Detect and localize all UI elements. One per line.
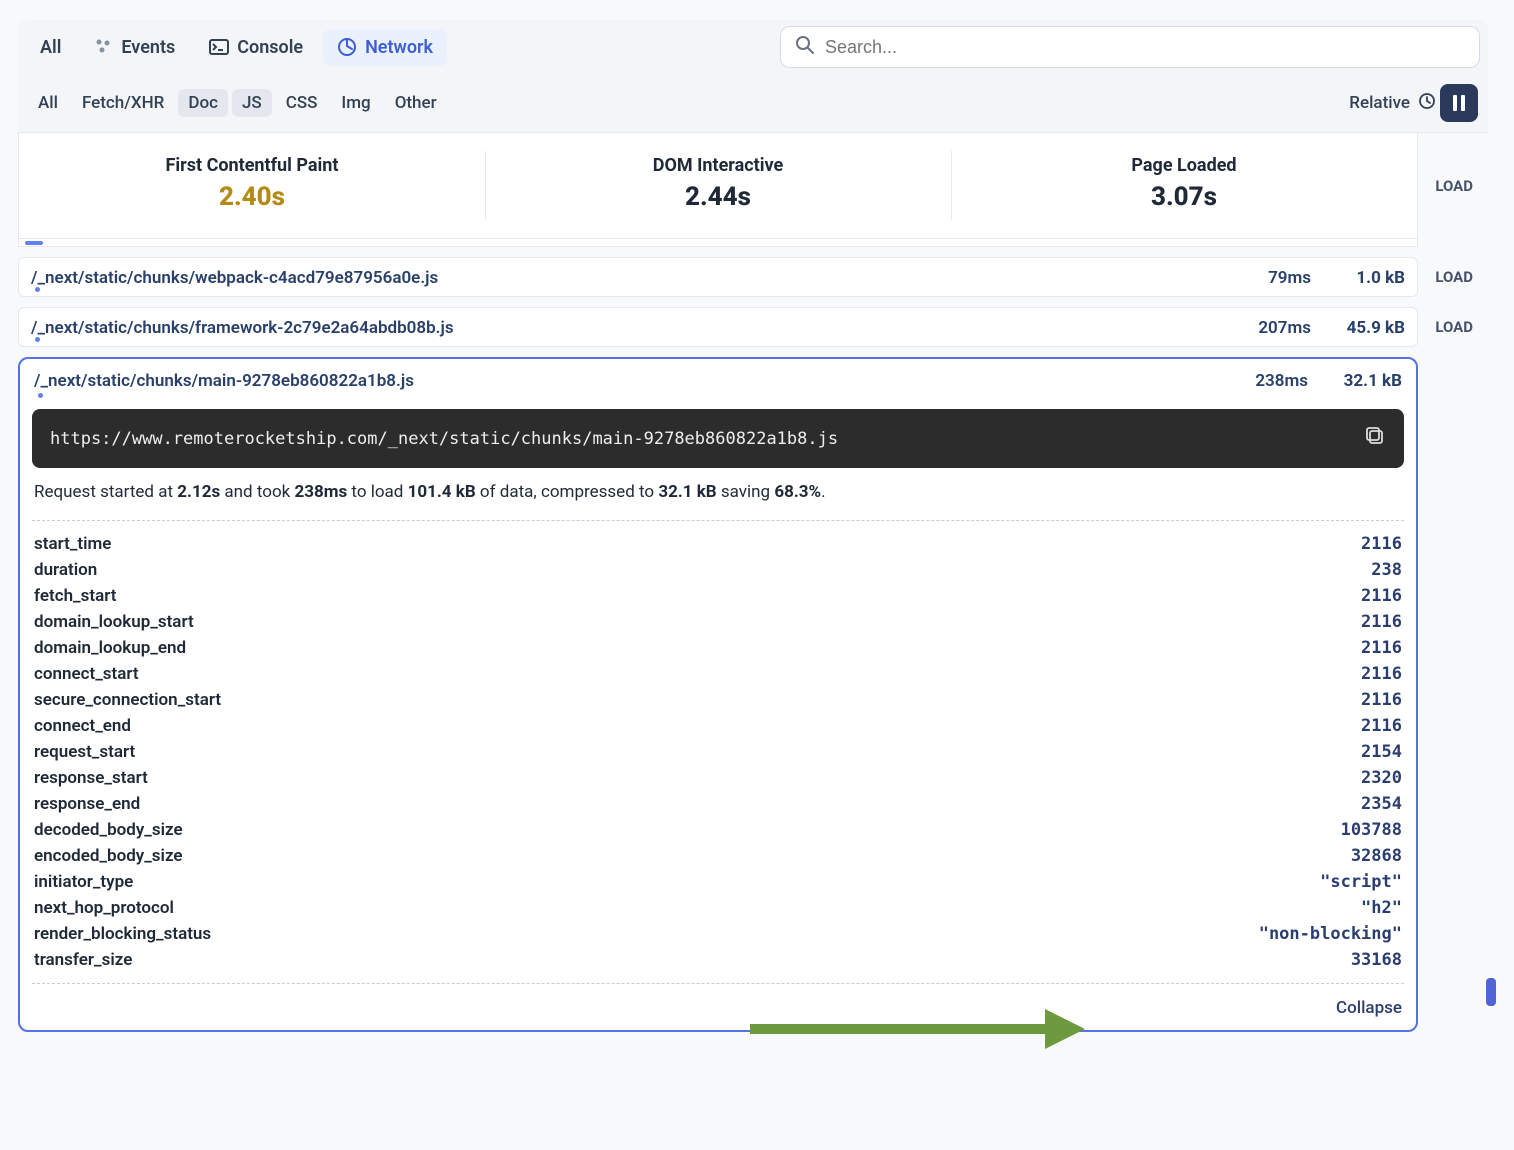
filter-other[interactable]: Other bbox=[385, 89, 447, 117]
tab-events-label: Events bbox=[121, 37, 175, 58]
kv-val: 2154 bbox=[1361, 742, 1402, 762]
timing-dot bbox=[35, 337, 40, 342]
filter-img[interactable]: Img bbox=[331, 89, 380, 117]
metric-value: 2.40s bbox=[19, 182, 485, 212]
kv-val: 2116 bbox=[1361, 534, 1402, 554]
kv-val: 2116 bbox=[1361, 664, 1402, 684]
timing-dot bbox=[38, 393, 43, 398]
kv-key: next_hop_protocol bbox=[34, 898, 174, 918]
tab-network[interactable]: Network bbox=[323, 29, 447, 66]
row-path: /_next/static/chunks/framework-2c79e2a64… bbox=[31, 318, 1231, 338]
filter-fetch[interactable]: Fetch/XHR bbox=[72, 89, 174, 117]
scroll-handle[interactable] bbox=[1486, 978, 1496, 1006]
timeline-strip bbox=[18, 239, 1418, 247]
row-time: 207ms bbox=[1231, 318, 1311, 338]
filter-js[interactable]: JS bbox=[232, 89, 272, 117]
metric-title: DOM Interactive bbox=[485, 155, 951, 176]
kv-val: 2320 bbox=[1361, 768, 1402, 788]
pause-button[interactable] bbox=[1440, 84, 1478, 122]
kv-key: initiator_type bbox=[34, 872, 133, 892]
kv-key: request_start bbox=[34, 742, 135, 762]
kv-key: response_end bbox=[34, 794, 140, 814]
metric-loaded: Page Loaded 3.07s bbox=[951, 133, 1417, 238]
events-icon bbox=[95, 38, 113, 56]
relative-label: Relative bbox=[1349, 93, 1410, 113]
search-input[interactable] bbox=[825, 37, 1465, 58]
timing-table: start_time 2116 duration 238 fetch_start 21… bbox=[20, 525, 1416, 979]
row-path: /_next/static/chunks/main-9278eb860822a1… bbox=[34, 371, 1228, 391]
kv-val: "script" bbox=[1320, 872, 1402, 892]
request-summary: Request started at 2.12s and took 238ms … bbox=[20, 468, 1416, 516]
tab-console-label: Console bbox=[237, 37, 303, 58]
row-load-side: LOAD bbox=[1435, 318, 1473, 336]
collapse-link[interactable]: Collapse bbox=[1336, 998, 1402, 1018]
metric-dom: DOM Interactive 2.44s bbox=[485, 133, 951, 238]
row-size: 32.1 kB bbox=[1322, 371, 1402, 391]
main-toolbar: All Events Console Network bbox=[18, 20, 1488, 74]
kv-key: domain_lookup_end bbox=[34, 638, 186, 658]
tab-network-label: Network bbox=[365, 37, 433, 58]
metric-value: 2.44s bbox=[485, 182, 951, 212]
timing-dot bbox=[35, 287, 40, 292]
kv-val: 2116 bbox=[1361, 586, 1402, 606]
network-row[interactable]: /_next/static/chunks/framework-2c79e2a64… bbox=[18, 307, 1418, 347]
row-path: /_next/static/chunks/webpack-c4acd79e879… bbox=[31, 268, 1231, 288]
kv-val: 2354 bbox=[1361, 794, 1402, 814]
kv-val: 2116 bbox=[1361, 612, 1402, 632]
kv-key: response_start bbox=[34, 768, 148, 788]
row-load-side: LOAD bbox=[1435, 268, 1473, 286]
network-row[interactable]: /_next/static/chunks/webpack-c4acd79e879… bbox=[18, 257, 1418, 297]
kv-val: "non-blocking" bbox=[1259, 924, 1402, 944]
network-icon bbox=[337, 37, 357, 57]
search-box[interactable] bbox=[780, 26, 1480, 68]
search-icon bbox=[795, 35, 815, 59]
tab-all[interactable]: All bbox=[26, 29, 75, 66]
kv-key: render_blocking_status bbox=[34, 924, 211, 944]
kv-val: 2116 bbox=[1361, 690, 1402, 710]
kv-val: 2116 bbox=[1361, 716, 1402, 736]
kv-key: secure_connection_start bbox=[34, 690, 221, 710]
row-size: 1.0 kB bbox=[1325, 268, 1405, 288]
kv-key: duration bbox=[34, 560, 97, 580]
relative-toggle[interactable]: Relative bbox=[1349, 92, 1436, 115]
kv-key: fetch_start bbox=[34, 586, 116, 606]
kv-val: 238 bbox=[1371, 560, 1402, 580]
metric-title: Page Loaded bbox=[951, 155, 1417, 176]
tab-console[interactable]: Console bbox=[195, 29, 317, 66]
load-label: LOAD bbox=[1435, 177, 1473, 195]
kv-key: encoded_body_size bbox=[34, 846, 183, 866]
kv-val: 32868 bbox=[1351, 846, 1402, 866]
metric-fcp: First Contentful Paint 2.40s bbox=[19, 133, 485, 238]
row-time: 238ms bbox=[1228, 371, 1308, 391]
kv-val: 33168 bbox=[1351, 950, 1402, 970]
kv-key: connect_start bbox=[34, 664, 139, 684]
tab-events[interactable]: Events bbox=[81, 29, 189, 66]
kv-val: 103788 bbox=[1341, 820, 1402, 840]
console-icon bbox=[209, 39, 229, 55]
kv-key: transfer_size bbox=[34, 950, 132, 970]
metric-value: 3.07s bbox=[951, 182, 1417, 212]
kv-key: connect_end bbox=[34, 716, 131, 736]
filter-row: All Fetch/XHR Doc JS CSS Img Other Relat… bbox=[18, 74, 1488, 133]
kv-key: start_time bbox=[34, 534, 111, 554]
url-bar: https://www.remoterocketship.com/_next/s… bbox=[32, 409, 1404, 468]
row-header[interactable]: /_next/static/chunks/main-9278eb860822a1… bbox=[20, 359, 1416, 401]
url-text: https://www.remoterocketship.com/_next/s… bbox=[50, 429, 838, 449]
filter-css[interactable]: CSS bbox=[276, 89, 328, 117]
clock-icon bbox=[1418, 92, 1436, 115]
network-row-expanded: /_next/static/chunks/main-9278eb860822a1… bbox=[18, 357, 1418, 1032]
kv-key: decoded_body_size bbox=[34, 820, 183, 840]
kv-key: domain_lookup_start bbox=[34, 612, 194, 632]
metric-title: First Contentful Paint bbox=[19, 155, 485, 176]
kv-val: "h2" bbox=[1361, 898, 1402, 918]
filter-doc[interactable]: Doc bbox=[178, 89, 228, 117]
kv-val: 2116 bbox=[1361, 638, 1402, 658]
copy-icon[interactable] bbox=[1364, 425, 1386, 452]
filter-all[interactable]: All bbox=[28, 89, 68, 117]
row-time: 79ms bbox=[1231, 268, 1311, 288]
row-size: 45.9 kB bbox=[1325, 318, 1405, 338]
metrics-panel: First Contentful Paint 2.40s DOM Interac… bbox=[18, 133, 1418, 239]
